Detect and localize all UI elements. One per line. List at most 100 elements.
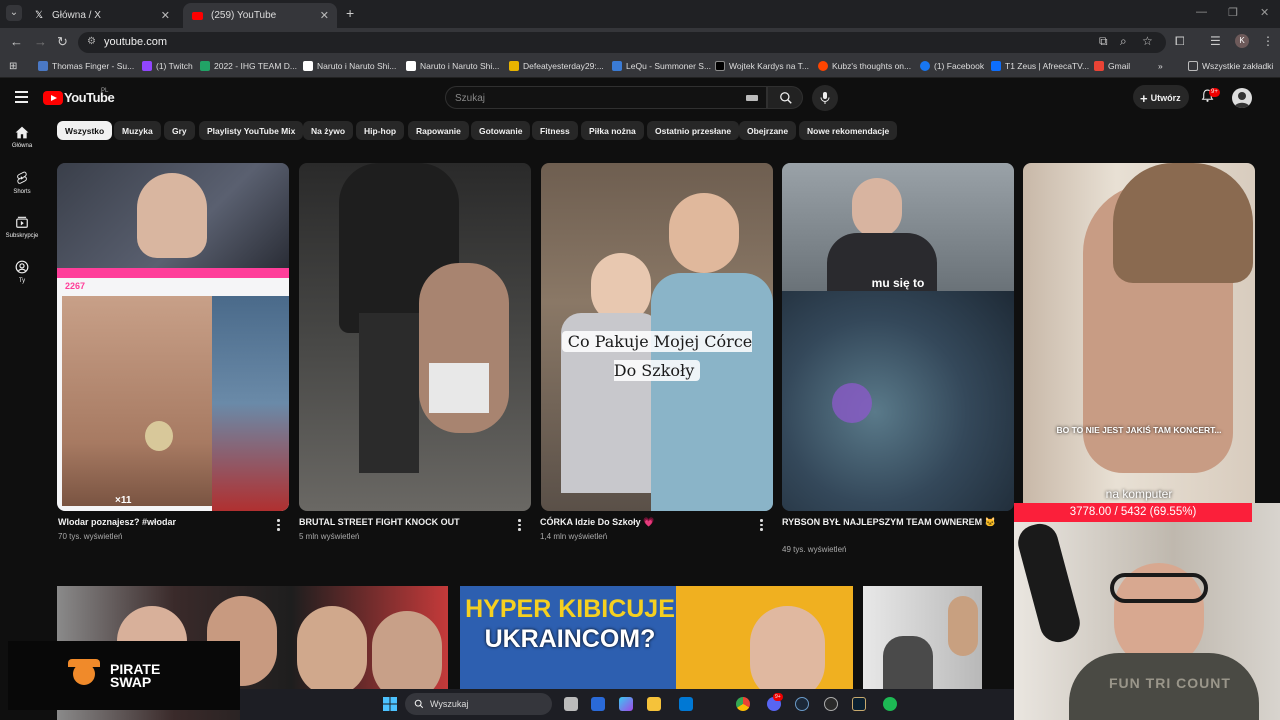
keyboard-icon[interactable]	[746, 95, 758, 101]
bookmark-item[interactable]: Naruto i Naruto Shi...	[406, 61, 499, 71]
new-tab-button[interactable]: +	[346, 5, 354, 21]
bookmark-item[interactable]: LeQu - Summoner S...	[612, 61, 711, 71]
steam-icon[interactable]	[795, 697, 809, 711]
more-bookmarks-icon[interactable]: »	[1158, 61, 1163, 71]
spotify-icon[interactable]	[883, 697, 897, 711]
chip-games[interactable]: Gry	[164, 121, 195, 140]
close-tab-icon[interactable]: ✕	[320, 9, 329, 22]
chip-fitness[interactable]: Fitness	[532, 121, 578, 140]
chip-mix[interactable]: Playlisty YouTube Mix	[199, 121, 304, 140]
short-title[interactable]: CÓRKA Idzie Do Szkoły 💗	[540, 516, 760, 529]
bookmark-item[interactable]: Wojtek Kardys na T...	[715, 61, 809, 71]
tab-search-button[interactable]: ⌄	[6, 5, 22, 21]
chip-hiphop[interactable]: Hip-hop	[356, 121, 405, 140]
chip-all[interactable]: Wszystko	[57, 121, 113, 140]
bookmark-item[interactable]: Kubz's thoughts on...	[818, 61, 911, 71]
subscriptions-icon	[16, 216, 28, 228]
extensions-icon[interactable]: ⧠	[1175, 34, 1185, 49]
microsoft-store-icon[interactable]	[679, 697, 693, 711]
tab-youtube[interactable]: (259) YouTube ✕	[183, 3, 337, 28]
bookmark-item[interactable]: Naruto i Naruto Shi...	[303, 61, 396, 71]
reload-icon[interactable]: ↻	[57, 34, 68, 50]
short-title[interactable]: RYBSON BYŁ NAJLEPSZYM TEAM OWNEREM 🐱	[782, 516, 997, 529]
bookmark-item[interactable]: (1) Facebook	[920, 61, 984, 71]
menu-kebab-icon[interactable]: ⋮	[1262, 34, 1274, 48]
close-tab-icon[interactable]: ✕	[161, 9, 170, 22]
apps-grid-icon[interactable]: ⊞	[9, 61, 17, 72]
short-title[interactable]: BRUTAL STREET FIGHT KNOCK OUT	[299, 516, 519, 529]
bookmarks-bar: ⊞ Thomas Finger - Su... (1) Twitch 2022 …	[0, 56, 1280, 78]
chip-music[interactable]: Muzyka	[114, 121, 161, 140]
bookmark-star-icon[interactable]: ☆	[1142, 34, 1153, 48]
chip-rap[interactable]: Rapowanie	[408, 121, 469, 140]
chrome-icon[interactable]	[736, 697, 750, 711]
account-avatar[interactable]	[1232, 88, 1252, 108]
bookmark-item[interactable]: 2022 - IHG TEAM D...	[200, 61, 297, 71]
maximize-icon[interactable]: ❐	[1228, 6, 1238, 19]
back-icon[interactable]: ←	[10, 34, 23, 49]
guide-menu-icon[interactable]	[15, 91, 28, 106]
profile-avatar[interactable]: K	[1235, 34, 1249, 48]
taskbar-search[interactable]: Wyszukaj	[405, 693, 552, 715]
obs-icon[interactable]	[824, 697, 838, 711]
chip-football[interactable]: Piłka nożna	[581, 121, 644, 140]
chip-new[interactable]: Nowe rekomendacje	[799, 121, 898, 140]
all-bookmarks-folder[interactable]: Wszystkie zakładki	[1188, 61, 1273, 71]
sidebar-item-shorts[interactable]: Shorts	[0, 171, 44, 195]
chip-live[interactable]: Na żywo	[303, 121, 354, 140]
search-button[interactable]	[767, 86, 803, 109]
short-thumbnail[interactable]: 2267 ×11	[57, 163, 289, 511]
home-icon	[15, 126, 29, 139]
bookmark-item[interactable]: (1) Twitch	[142, 61, 193, 71]
progress-counter: 3778.00 / 5432 (69.55%)	[1014, 503, 1252, 522]
webcam-feed: FUN TRI COUNT	[1014, 503, 1280, 720]
short-thumbnail[interactable]: BO TO NIE JEST JAKIŚ TAM KONCERT... na k…	[1023, 163, 1255, 511]
zoom-icon[interactable]: ⌕	[1120, 34, 1127, 49]
bookmark-item[interactable]: Gmail	[1094, 61, 1130, 71]
file-explorer-icon[interactable]	[647, 697, 661, 711]
short-overlay-text: BO TO NIE JEST JAKIŚ TAM KONCERT...	[1056, 425, 1222, 435]
short-thumbnail[interactable]: Co Pakuje Mojej Córce Do Szkoły	[541, 163, 773, 511]
sidebar-item-home[interactable]: Główna	[0, 126, 44, 149]
tab-x[interactable]: 𝕏 Główna / X ✕	[24, 3, 178, 28]
league-of-legends-icon[interactable]	[852, 697, 866, 711]
site-info-icon[interactable]: ⚙	[87, 36, 96, 47]
short-title[interactable]: Wlodar poznajesz? #włodar	[58, 516, 278, 529]
more-actions-icon[interactable]	[277, 519, 281, 533]
short-thumbnail[interactable]: mu się to	[782, 163, 1014, 511]
minimize-icon[interactable]: —	[1196, 6, 1207, 18]
sidebar-item-subscriptions[interactable]: Subskrypcje	[0, 215, 44, 239]
forward-icon[interactable]: →	[34, 34, 47, 49]
close-window-icon[interactable]: ✕	[1260, 6, 1269, 19]
more-actions-icon[interactable]	[518, 519, 522, 533]
short-views: 1,4 mln wyświetleń	[540, 532, 608, 541]
outlook-icon[interactable]	[591, 697, 605, 711]
windows-start-icon[interactable]	[383, 697, 397, 711]
microphone-icon	[820, 92, 830, 104]
sponsor-banner: PIRATE SWAP	[8, 641, 240, 710]
install-app-icon[interactable]: ⧉	[1099, 34, 1108, 49]
x-logo-icon: 𝕏	[34, 10, 44, 21]
reading-list-icon[interactable]: ☰	[1210, 34, 1221, 48]
search-box	[445, 86, 767, 109]
copilot-icon[interactable]	[619, 697, 633, 711]
create-button[interactable]: + Utwórz	[1133, 85, 1189, 109]
youtube-logo-icon[interactable]	[43, 91, 63, 105]
more-actions-icon[interactable]	[760, 519, 764, 533]
task-view-icon[interactable]	[564, 697, 578, 711]
taskbar-search-label: Wyszukaj	[430, 699, 469, 709]
search-input[interactable]	[455, 91, 745, 105]
chip-cooking[interactable]: Gotowanie	[471, 121, 531, 140]
user-icon	[15, 260, 29, 274]
short-overlay-text: na komputer	[1105, 487, 1173, 501]
bookmark-item[interactable]: T1 Zeus | AfreecaTV...	[991, 61, 1089, 71]
address-bar[interactable]: ⚙ youtube.com	[78, 32, 1166, 53]
chip-recent[interactable]: Ostatnio przesłane	[647, 121, 740, 140]
bookmark-item[interactable]: Thomas Finger - Su...	[38, 61, 134, 71]
sidebar-item-you[interactable]: Ty	[0, 260, 44, 284]
short-thumbnail[interactable]	[299, 163, 531, 511]
bookmark-item[interactable]: Defeatyesterday29:...	[509, 61, 604, 71]
search-icon	[414, 699, 424, 709]
voice-search-button[interactable]	[812, 85, 838, 111]
chip-watched[interactable]: Obejrzane	[739, 121, 797, 140]
